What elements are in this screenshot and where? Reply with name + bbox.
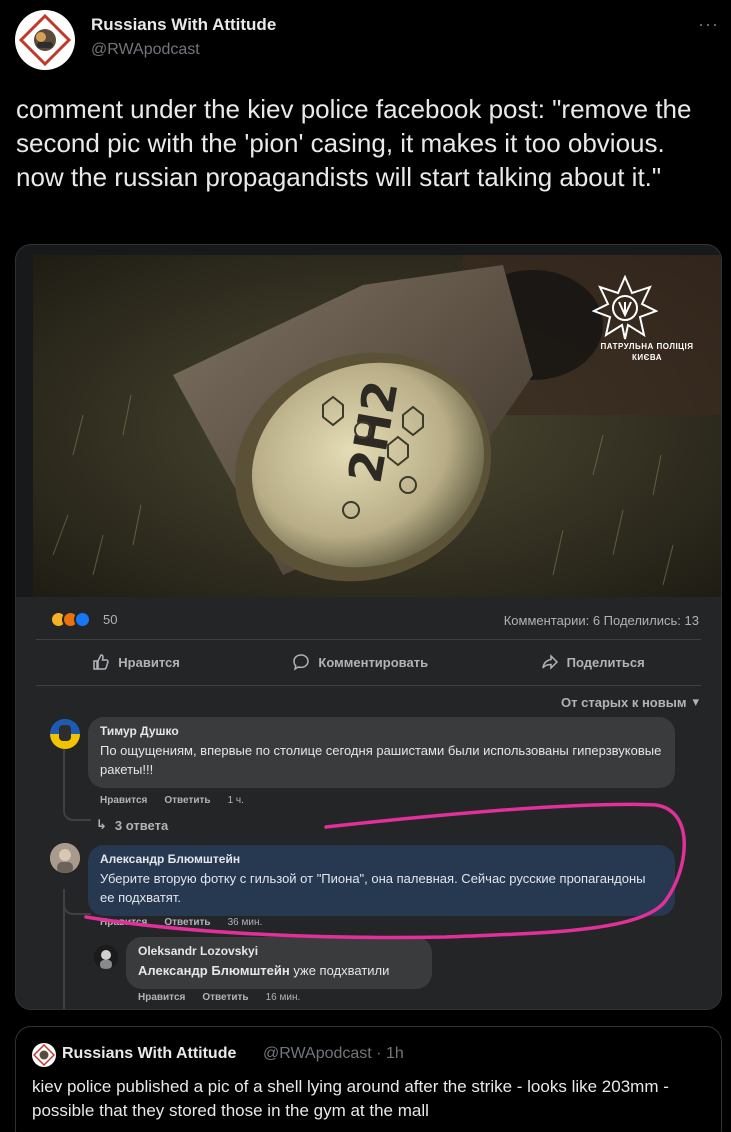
watermark-line-2: КИЄВА <box>632 353 662 362</box>
reply-arrow-icon: ↳ <box>96 817 107 832</box>
quoted-tweet-text: kiev police published a pic of a shell l… <box>32 1077 669 1120</box>
reply-author[interactable]: Oleksandr Lozovskyi <box>138 944 420 958</box>
reaction-count: 50 <box>103 612 118 627</box>
sort-label: От старых к новым <box>561 694 687 710</box>
comment-time[interactable]: 36 мин. <box>228 917 263 928</box>
comment-author[interactable]: Тимур Душко <box>100 724 663 738</box>
commenter-avatar[interactable] <box>50 719 80 749</box>
reply-text: Александр Блюмштейн уже подхватили <box>138 961 420 980</box>
share-label: Поделиться <box>566 654 645 670</box>
rwa-logo-icon <box>33 1044 55 1066</box>
thread-connector <box>63 793 91 821</box>
comment-text: По ощущениям, впервые по столице сегодня… <box>100 743 662 777</box>
view-replies-link[interactable]: ↳ 3 ответа <box>96 817 168 833</box>
comment-button[interactable]: Комментировать <box>292 653 428 671</box>
thread-connector <box>63 897 91 915</box>
reply-body: уже подхватили <box>289 963 390 978</box>
commenter-avatar[interactable] <box>50 843 80 873</box>
tweet-text: comment under the kiev police facebook p… <box>16 94 692 192</box>
comment-like-link[interactable]: Нравится <box>100 795 147 806</box>
reply-bubble: Oleksandr Lozovskyi Александр Блюмштейн … <box>126 937 432 989</box>
comment-time[interactable]: 1 ч. <box>228 795 244 806</box>
author-avatar[interactable] <box>15 10 75 70</box>
replies-label: 3 ответа <box>114 817 169 833</box>
tweet-media-image[interactable]: 2Н2 ПАТРУЛЬНА ПОЛІЦІЯ КИЄВА 50 Комментар… <box>15 244 722 1010</box>
comment-meta: Нравится Ответить 1 ч. <box>100 795 244 806</box>
divider <box>36 639 701 640</box>
like-label: Нравится <box>118 654 180 670</box>
ukraine-fist-avatar-icon <box>50 719 80 749</box>
reply-like-link[interactable]: Нравится <box>138 992 185 1003</box>
comment-share-stats[interactable]: Комментарии: 6 Поделились: 13 <box>504 613 699 628</box>
watermark-line-1: ПАТРУЛЬНА ПОЛІЦІЯ <box>600 342 694 351</box>
like-button[interactable]: Нравится <box>92 653 180 671</box>
police-badge-icon <box>592 275 658 340</box>
comment-bubble-highlighted: Александр Блюмштейн Уберите вторую фотку… <box>88 845 675 916</box>
chevron-down-icon: ▾ <box>692 694 699 709</box>
thumbs-up-icon <box>93 654 109 670</box>
quoted-author-handle[interactable]: @RWApodcast · 1h <box>263 1045 404 1063</box>
comment-meta: Нравится Ответить 36 мин. <box>100 917 262 928</box>
person-avatar-icon <box>50 843 80 873</box>
police-watermark: ПАТРУЛЬНА ПОЛІЦІЯ КИЄВА <box>592 275 702 363</box>
comment-reply-link[interactable]: Ответить <box>164 795 210 806</box>
share-button[interactable]: Поделиться <box>541 653 645 671</box>
comment-label: Комментировать <box>318 654 429 670</box>
like-reaction-icon <box>74 611 91 628</box>
quoted-author-name[interactable]: Russians With Attitude <box>62 1045 236 1063</box>
reply-mention[interactable]: Александр Блюмштейн <box>138 963 290 978</box>
reply-reply-link[interactable]: Ответить <box>202 992 248 1003</box>
rwa-logo-icon <box>18 13 72 67</box>
comment-sort-dropdown[interactable]: От старых к новым ▾ <box>561 694 699 710</box>
share-icon <box>541 654 558 670</box>
comment-text: Уберите вторую фотку с гильзой от "Пиона… <box>100 871 646 905</box>
commenter-avatar[interactable] <box>94 945 118 969</box>
shell-photo: 2Н2 ПАТРУЛЬНА ПОЛІЦІЯ КИЄВА <box>33 255 721 597</box>
reply-time[interactable]: 16 мин. <box>266 992 301 1003</box>
more-options-icon[interactable]: ··· <box>698 14 719 35</box>
reaction-summary[interactable]: 50 <box>50 611 117 628</box>
person-avatar-icon <box>94 945 118 969</box>
author-name[interactable]: Russians With Attitude <box>91 15 276 35</box>
comment-like-link[interactable]: Нравится <box>100 917 147 928</box>
comment-bubble: Тимур Душко По ощущениям, впервые по сто… <box>88 717 675 788</box>
quoted-author-avatar[interactable] <box>32 1043 56 1067</box>
facebook-post-panel: 50 Комментарии: 6 Поделились: 13 Нравитс… <box>16 597 721 1009</box>
post-actions: Нравится Комментировать Поделиться <box>36 641 701 683</box>
quoted-tweet[interactable]: Russians With Attitude @RWApodcast · 1h … <box>15 1026 722 1132</box>
divider <box>36 685 701 686</box>
comment-author[interactable]: Александр Блюмштейн <box>100 852 663 866</box>
comment-icon <box>293 654 310 671</box>
reply-meta: Нравится Ответить 16 мин. <box>138 992 300 1003</box>
author-handle[interactable]: @RWApodcast <box>91 41 200 59</box>
comment-reply-link[interactable]: Ответить <box>164 917 210 928</box>
